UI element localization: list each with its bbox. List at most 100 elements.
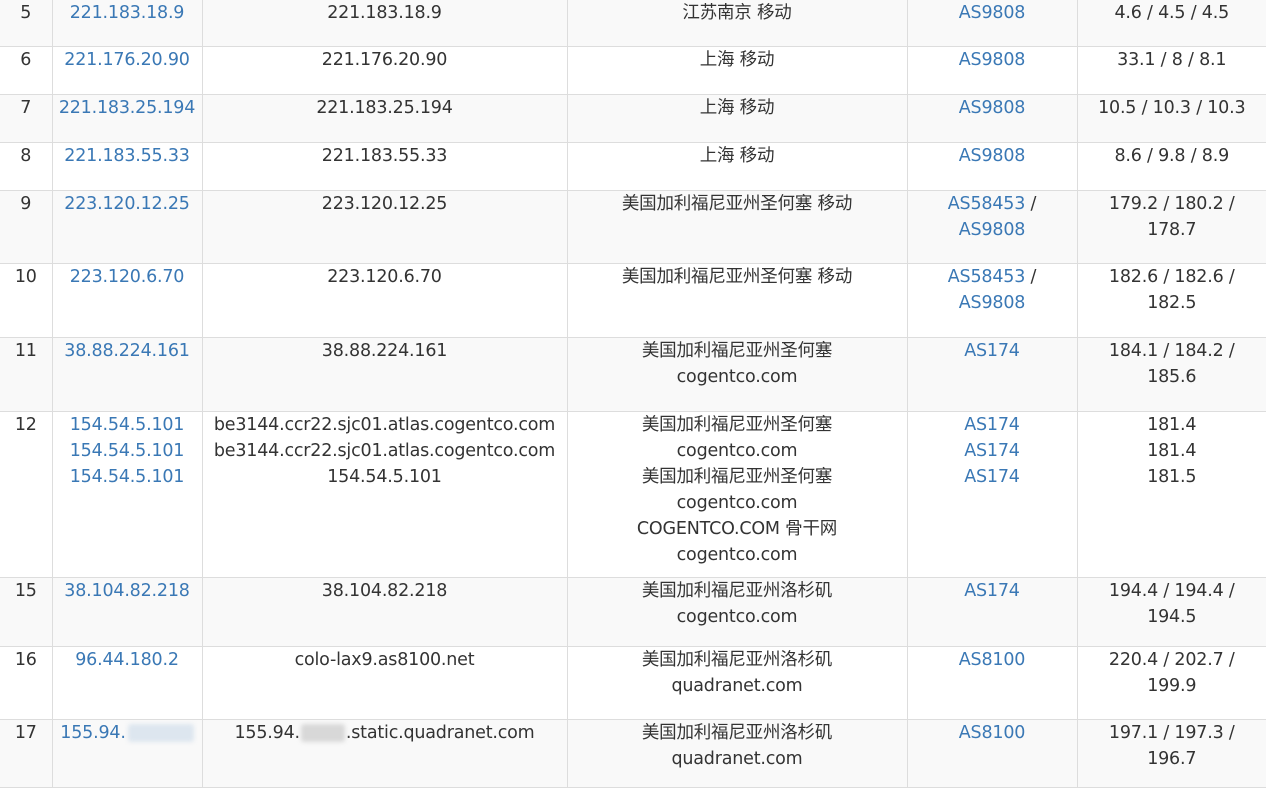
asn-line: AS9808 (908, 0, 1077, 26)
hop-number-cell: 16 (0, 646, 52, 719)
hop-number-cell: 8 (0, 142, 52, 190)
ip-link[interactable]: 38.88.224.161 (64, 341, 189, 361)
ip-link[interactable]: 223.120.12.25 (64, 194, 189, 214)
location-text: 美国加利福尼亚州洛杉矶 (568, 720, 907, 746)
ip-cell: 38.104.82.218 (52, 577, 202, 646)
ip-cell: 221.176.20.90 (52, 46, 202, 94)
location-text: 美国加利福尼亚州圣何塞 移动 (568, 264, 907, 290)
asn-line: AS9808 (908, 95, 1077, 121)
hop-row: 17155.94.155.94..static.quadranet.com美国加… (0, 719, 1266, 787)
asn-link[interactable]: AS9808 (959, 3, 1025, 23)
latency-text: 178.7 (1078, 217, 1266, 243)
hop-number-cell: 10 (0, 263, 52, 337)
hostname-cell: 221.183.55.33 (202, 142, 567, 190)
ip-line: 38.104.82.218 (53, 578, 202, 604)
latency-text: 185.6 (1078, 364, 1266, 390)
asn-link[interactable]: AS9808 (959, 50, 1025, 70)
hop-row: 1538.104.82.21838.104.82.218美国加利福尼亚州洛杉矶c… (0, 577, 1266, 646)
ip-link[interactable]: 221.176.20.90 (64, 50, 189, 70)
asn-separator: / (1025, 194, 1036, 214)
latency-text: 8.6 / 9.8 / 8.9 (1078, 143, 1266, 169)
ip-link[interactable]: 96.44.180.2 (75, 650, 179, 670)
location-text: cogentco.com (568, 364, 907, 390)
ip-link[interactable]: 221.183.55.33 (64, 146, 189, 166)
location-cell: 美国加利福尼亚州圣何塞cogentco.com (567, 337, 907, 411)
hostname-cell: be3144.ccr22.sjc01.atlas.cogentco.combe3… (202, 411, 567, 577)
hop-number: 7 (0, 95, 52, 121)
asn-link[interactable]: AS174 (964, 581, 1019, 601)
hostname: colo-lax9.as8100.net (203, 647, 567, 673)
asn-link[interactable]: AS174 (964, 341, 1019, 361)
hop-number: 11 (0, 338, 52, 364)
asn-link[interactable]: AS9808 (959, 98, 1025, 118)
asn-line: AS174 (908, 412, 1077, 438)
ip-link[interactable]: 38.104.82.218 (64, 581, 189, 601)
ip-line: 221.176.20.90 (53, 47, 202, 73)
ip-cell: 223.120.12.25 (52, 190, 202, 263)
latency-text: 179.2 / 180.2 / (1078, 191, 1266, 217)
ip-link[interactable]: 155.94. (60, 723, 125, 743)
ip-link[interactable]: 154.54.5.101 (70, 467, 185, 487)
ip-line: 154.54.5.101 (53, 438, 202, 464)
hostname-prefix: 155.94. (235, 723, 300, 743)
latency-text: 220.4 / 202.7 / (1078, 647, 1266, 673)
asn-link[interactable]: AS8100 (959, 723, 1025, 743)
hop-number: 16 (0, 647, 52, 673)
asn-line: AS174 (908, 438, 1077, 464)
latency-cell: 10.5 / 10.3 / 10.3 (1077, 94, 1266, 142)
asn-link[interactable]: AS174 (964, 467, 1019, 487)
location-cell: 美国加利福尼亚州洛杉矶cogentco.com (567, 577, 907, 646)
ip-link[interactable]: 154.54.5.101 (70, 441, 185, 461)
latency-cell: 197.1 / 197.3 /196.7 (1077, 719, 1266, 787)
ip-link[interactable]: 154.54.5.101 (70, 415, 185, 435)
asn-link[interactable]: AS174 (964, 415, 1019, 435)
hop-row: 6221.176.20.90221.176.20.90上海 移动AS980833… (0, 46, 1266, 94)
hop-number: 8 (0, 143, 52, 169)
hop-number: 12 (0, 412, 52, 438)
hop-number-cell: 5 (0, 0, 52, 46)
asn-link[interactable]: AS58453 (948, 194, 1025, 214)
asn-cell: AS8100 (907, 646, 1077, 719)
latency-text: 10.5 / 10.3 / 10.3 (1078, 95, 1266, 121)
asn-cell: AS8100 (907, 719, 1077, 787)
hostname-line: 155.94..static.quadranet.com (203, 720, 567, 746)
ip-cell: 223.120.6.70 (52, 263, 202, 337)
latency-text: 4.6 / 4.5 / 4.5 (1078, 0, 1266, 26)
asn-link[interactable]: AS9808 (959, 293, 1025, 313)
latency-text: 184.1 / 184.2 / (1078, 338, 1266, 364)
location-text: COGENTCO.COM 骨干网 (568, 516, 907, 542)
location-cell: 上海 移动 (567, 142, 907, 190)
location-text: 美国加利福尼亚州洛杉矶 (568, 647, 907, 673)
asn-link[interactable]: AS9808 (959, 220, 1025, 240)
ip-link[interactable]: 221.183.25.194 (59, 98, 195, 118)
latency-cell: 181.4181.4181.5 (1077, 411, 1266, 577)
hop-row: 12 154.54.5.101 154.54.5.101 154.54.5.101 be… (0, 411, 1266, 577)
asn-link[interactable]: AS8100 (959, 650, 1025, 670)
latency-text: 33.1 / 8 / 8.1 (1078, 47, 1266, 73)
hop-number: 5 (0, 0, 52, 26)
latency-cell: 4.6 / 4.5 / 4.5 (1077, 0, 1266, 46)
hop-number: 15 (0, 578, 52, 604)
asn-link[interactable]: AS9808 (959, 146, 1025, 166)
hostname: 223.120.6.70 (203, 264, 567, 290)
ip-line: 221.183.25.194 (53, 95, 202, 121)
hop-number: 10 (0, 264, 52, 290)
ip-link[interactable]: 223.120.6.70 (70, 267, 185, 287)
asn-link[interactable]: AS174 (964, 441, 1019, 461)
asn-cell: AS9808 (907, 46, 1077, 94)
location-cell: 美国加利福尼亚州圣何塞 移动 (567, 190, 907, 263)
location-text: cogentco.com (568, 438, 907, 464)
location-cell: 江苏南京 移动 (567, 0, 907, 46)
hostname-cell: colo-lax9.as8100.net (202, 646, 567, 719)
location-text: 美国加利福尼亚州圣何塞 (568, 412, 907, 438)
ip-line: 155.94. (53, 720, 202, 746)
ip-line: 38.88.224.161 (53, 338, 202, 364)
hostname: 223.120.12.25 (203, 191, 567, 217)
hostname: 221.183.55.33 (203, 143, 567, 169)
ip-link[interactable]: 221.183.18.9 (70, 3, 185, 23)
hostname-cell: 221.176.20.90 (202, 46, 567, 94)
asn-line: AS58453 / (908, 264, 1077, 290)
location-text: cogentco.com (568, 490, 907, 516)
location-cell: 美国加利福尼亚州洛杉矶quadranet.com (567, 646, 907, 719)
asn-link[interactable]: AS58453 (948, 267, 1025, 287)
